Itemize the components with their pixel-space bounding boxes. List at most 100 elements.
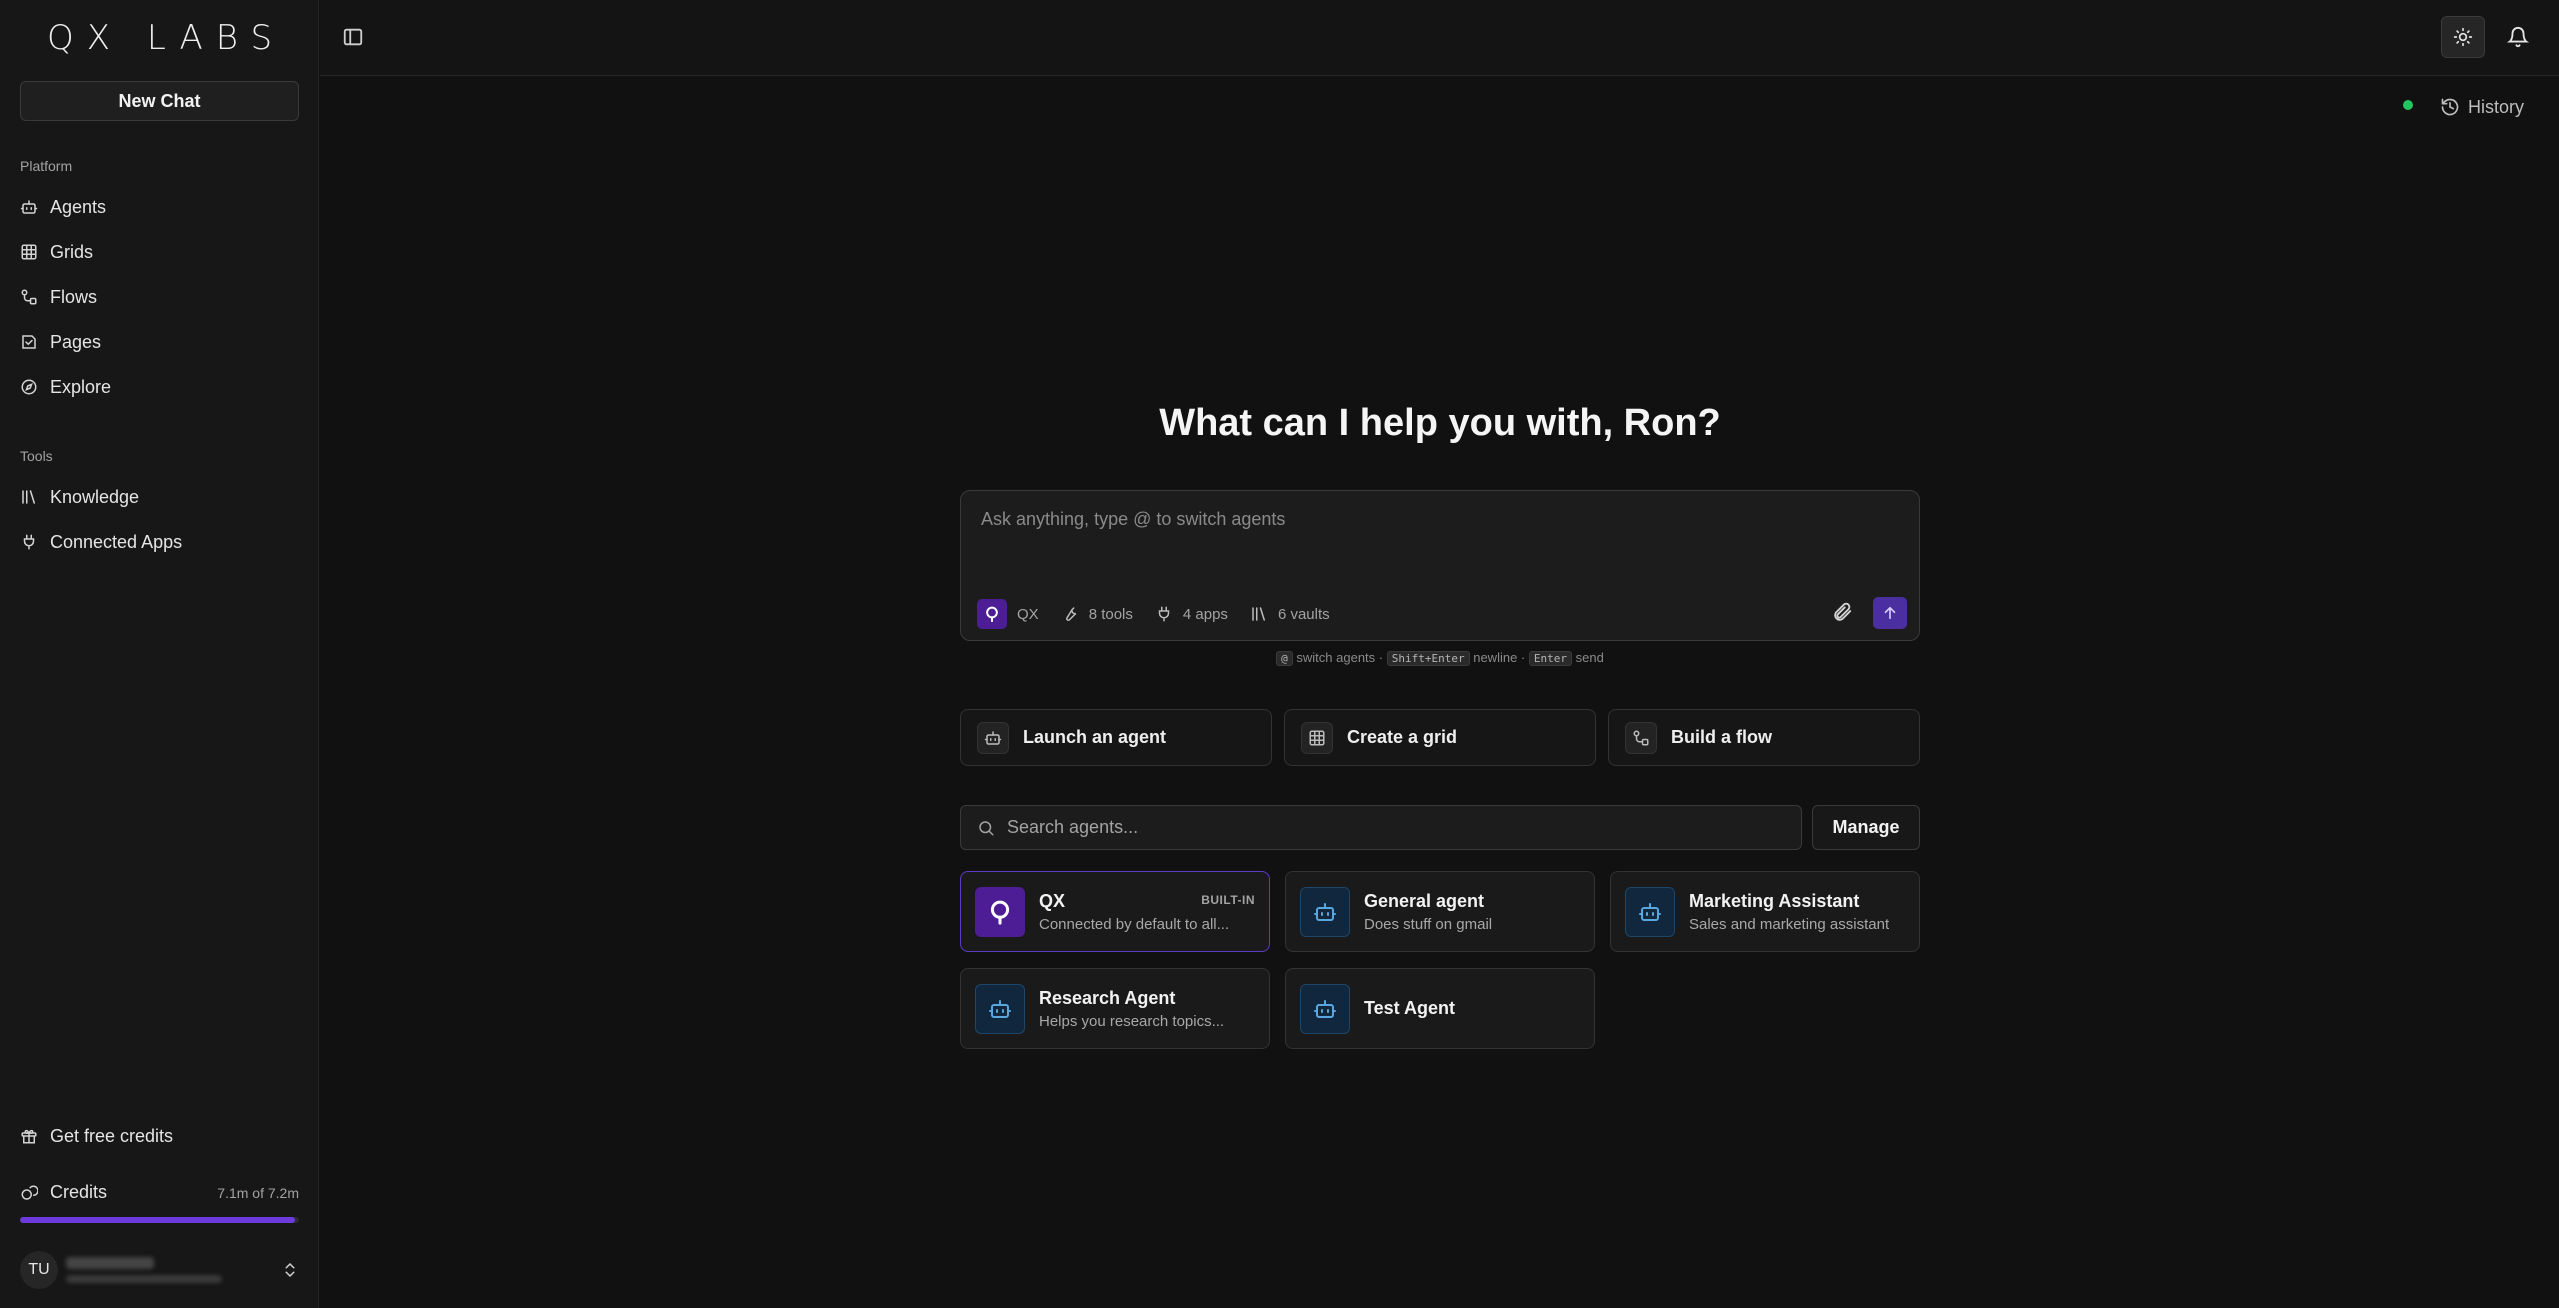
gift-icon: [20, 1127, 38, 1145]
arrow-up-icon: [1881, 604, 1899, 622]
sidebar-item-flows[interactable]: Flows: [20, 282, 300, 312]
kbd-enter: Enter: [1528, 651, 1572, 666]
sidebar-item-label: Knowledge: [50, 486, 140, 507]
paperclip-icon[interactable]: [1831, 601, 1853, 623]
compass-icon: [20, 378, 38, 396]
sidebar-toggle-icon[interactable]: [342, 26, 364, 48]
agent-desc: Does stuff on gmail: [1364, 915, 1493, 933]
theme-toggle-button[interactable]: [2441, 16, 2485, 58]
chevron-updown-icon: [281, 1261, 299, 1279]
notifications-button[interactable]: [2503, 22, 2533, 52]
sidebar-item-label: Connected Apps: [50, 531, 183, 552]
logo[interactable]: QX LABS: [0, 18, 319, 58]
launch-agent-button[interactable]: Launch an agent: [960, 709, 1272, 766]
agent-name: General agent: [1364, 890, 1485, 911]
agent-card-qx[interactable]: QX Connected by default to all... BUILT-…: [960, 871, 1270, 952]
status-dot: [2403, 100, 2413, 110]
sidebar-item-knowledge[interactable]: Knowledge: [20, 482, 300, 512]
agent-name: Marketing Assistant: [1689, 890, 1860, 911]
bot-icon: [1625, 886, 1675, 937]
history-icon: [2440, 97, 2460, 117]
bot-icon: [20, 198, 38, 216]
tools-chip[interactable]: 8 tools: [1061, 605, 1133, 623]
agent-card-general[interactable]: General agent Does stuff on gmail: [1285, 871, 1595, 952]
new-chat-button[interactable]: New Chat: [20, 81, 299, 121]
avatar: TU: [20, 1251, 58, 1289]
history-button[interactable]: History: [2440, 94, 2524, 120]
create-grid-button[interactable]: Create a grid: [1284, 709, 1596, 766]
sidebar-item-connected-apps[interactable]: Connected Apps: [20, 527, 300, 557]
bell-icon: [2507, 26, 2529, 48]
get-free-credits-label: Get free credits: [50, 1125, 174, 1146]
agent-selector-label: QX: [1017, 605, 1039, 623]
library-icon: [1250, 605, 1268, 623]
tools-chip-label: 8 tools: [1088, 605, 1133, 623]
manage-button[interactable]: Manage: [1812, 805, 1920, 850]
plug-icon: [20, 533, 38, 551]
send-button[interactable]: [1873, 597, 1907, 629]
credits-progress-fill: [20, 1217, 296, 1223]
agent-desc: Connected by default to all...: [1039, 915, 1230, 933]
build-flow-label: Build a flow: [1671, 727, 1772, 747]
hint-send: send: [1575, 650, 1604, 665]
kbd-at: @: [1276, 651, 1293, 666]
agent-name: Test Agent: [1364, 998, 1456, 1018]
vaults-chip[interactable]: 6 vaults: [1250, 605, 1330, 623]
agent-card-test[interactable]: Test Agent: [1285, 968, 1595, 1049]
sidebar-item-label: Flows: [50, 286, 98, 307]
sidebar-item-explore[interactable]: Explore: [20, 372, 300, 402]
sidebar-item-label: Pages: [50, 331, 102, 352]
platform-section-label: Platform: [20, 158, 73, 174]
qx-logo-icon: [977, 599, 1007, 629]
agent-desc: Helps you research topics...: [1039, 1012, 1225, 1030]
tools-section-label: Tools: [20, 448, 53, 464]
credits-row[interactable]: Credits 7.1m of 7.2m: [20, 1182, 299, 1203]
library-icon: [20, 488, 38, 506]
sidebar-item-label: Grids: [50, 241, 94, 262]
agent-selector[interactable]: QX: [977, 599, 1039, 629]
launch-agent-label: Launch an agent: [1023, 727, 1167, 747]
flow-icon: [1625, 721, 1657, 754]
sun-icon: [2453, 27, 2473, 47]
hint-switch: switch agents ·: [1296, 650, 1384, 665]
build-flow-button[interactable]: Build a flow: [1608, 709, 1920, 766]
kbd-shift-enter: Shift+Enter: [1386, 651, 1470, 666]
agent-search: [960, 805, 1802, 850]
sidebar-item-pages[interactable]: Pages: [20, 327, 300, 357]
vaults-chip-label: 6 vaults: [1277, 605, 1330, 623]
flow-icon: [20, 288, 38, 306]
qx-logo-icon: [975, 886, 1025, 937]
keyboard-hint: @ switch agents · Shift+Enter newline · …: [960, 650, 1920, 666]
wrench-icon: [1061, 605, 1079, 623]
agent-card-marketing[interactable]: Marketing Assistant Sales and marketing …: [1610, 871, 1920, 952]
credits-amount: 7.1m of 7.2m: [217, 1184, 299, 1201]
sidebar-item-label: Explore: [50, 376, 112, 397]
bot-icon: [1300, 886, 1350, 937]
bot-icon: [977, 721, 1009, 754]
plug-icon: [1155, 605, 1173, 623]
built-in-badge: BUILT-IN: [1201, 893, 1255, 907]
history-label: History: [2468, 96, 2525, 117]
sidebar-item-agents[interactable]: Agents: [20, 192, 300, 222]
grid-icon: [20, 243, 38, 261]
chat-input[interactable]: [981, 509, 1881, 530]
agent-name: Research Agent: [1039, 987, 1176, 1008]
bot-icon: [1300, 983, 1350, 1034]
credits-label: Credits: [50, 1182, 108, 1202]
sidebar: QX LABS New Chat Platform Agents Grids F…: [0, 0, 319, 1308]
user-menu[interactable]: TU: [20, 1251, 299, 1289]
apps-chip[interactable]: 4 apps: [1155, 605, 1228, 623]
chat-composer: QX 8 tools 4 apps 6 vaults: [960, 490, 1920, 641]
apps-chip-label: 4 apps: [1182, 605, 1228, 623]
composer-chips: QX 8 tools 4 apps 6 vaults: [977, 599, 1330, 629]
user-info-redacted: [66, 1257, 222, 1283]
bot-icon: [975, 983, 1025, 1034]
sidebar-item-grids[interactable]: Grids: [20, 237, 300, 267]
search-input[interactable]: [1007, 817, 1801, 838]
agent-desc: Sales and marketing assistant: [1689, 915, 1890, 933]
create-grid-label: Create a grid: [1347, 727, 1458, 747]
agent-card-research[interactable]: Research Agent Helps you research topics…: [960, 968, 1270, 1049]
get-free-credits-link[interactable]: Get free credits: [20, 1121, 300, 1151]
pages-icon: [20, 333, 38, 351]
page-title: What can I help you with, Ron?: [1159, 402, 1721, 444]
